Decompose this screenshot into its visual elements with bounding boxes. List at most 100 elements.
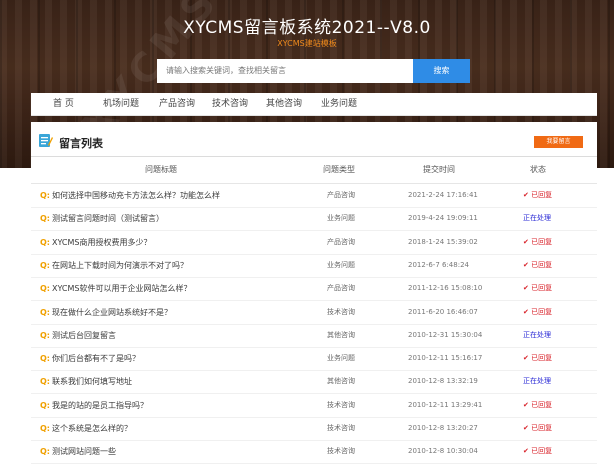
check-icon: ✔ — [523, 424, 532, 432]
question-title-link[interactable]: 如何选择中国移动充卡方法怎么样？功能怎么样 — [52, 184, 220, 207]
nav-item-5[interactable]: 业务问题 — [321, 93, 357, 115]
post-message-button[interactable]: 我要留言 — [534, 136, 583, 148]
status-text: 正在处理 — [523, 330, 551, 339]
question-type: 其他咨询 — [327, 330, 355, 339]
col-title: 问题标题 — [145, 165, 177, 174]
question-title-link[interactable]: XYCMS软件可以用于企业网站怎么样？ — [52, 277, 192, 300]
submit-time: 2010-12-8 13:32:19 — [408, 377, 478, 386]
status-text: 正在处理 — [523, 377, 551, 386]
question-type: 产品咨询 — [327, 284, 355, 293]
table-row[interactable]: Q: 测试留言问题时间（测试留言） 业务问题 2019-4-24 19:09:11 正在… — [31, 207, 597, 232]
table-row[interactable]: Q: 测试网站问题一些 技术咨询 2010-12-8 10:30:04 ✔ 已回复 — [31, 440, 597, 464]
submit-time: 2011-6-20 16:46:07 — [408, 307, 478, 316]
question-marker: Q: — [40, 307, 50, 317]
nav-item-3[interactable]: 技术咨询 — [212, 93, 248, 115]
search-button[interactable]: 搜索 — [413, 59, 470, 83]
status-text: 已回复 — [531, 400, 553, 409]
status-badge: ✔ 已回复 — [523, 184, 552, 207]
submit-time: 2010-12-8 13:20:27 — [408, 424, 478, 432]
status-badge: 正在处理 — [523, 207, 551, 230]
question-title-link[interactable]: 这个系统是怎么样的？ — [52, 417, 132, 440]
table-row[interactable]: Q: 在网站上下载时间为何演示不对了吗？ 业务问题 2012-6-7 6:48:24 ✔… — [31, 254, 597, 278]
nav-item-1[interactable]: 机场问题 — [103, 93, 139, 115]
status-badge: ✔ 已回复 — [523, 347, 552, 370]
main-nav: 首 页 机场问题 产品咨询 技术咨询 其他咨询 业务问题 — [31, 93, 597, 116]
table-row[interactable]: Q: 联系我们如何填写地址 其他咨询 2010-12-8 13:32:19 正在处理 — [31, 370, 597, 395]
site-title: XYCMS留言板系统2021--V8.0 — [183, 18, 431, 38]
status-text: 已回复 — [531, 354, 553, 363]
question-title-link[interactable]: 测试网站问题一些 — [52, 440, 116, 463]
col-status: 状态 — [530, 165, 546, 174]
status-badge: 正在处理 — [523, 370, 551, 393]
check-icon: ✔ — [523, 237, 532, 246]
note-icon — [38, 133, 53, 148]
check-icon: ✔ — [523, 354, 532, 363]
table-header: 问题标题 问题类型 提交时间 状态 — [31, 157, 597, 184]
question-type: 技术咨询 — [327, 307, 355, 316]
status-badge: ✔ 已回复 — [523, 277, 552, 300]
status-badge: ✔ 已回复 — [523, 254, 552, 277]
table-row[interactable]: Q: 如何选择中国移动充卡方法怎么样？功能怎么样 产品咨询 2021-2-24 17:… — [31, 184, 597, 208]
question-title-link[interactable]: XYCMS商用授权费用多少？ — [52, 231, 152, 254]
question-marker: Q: — [40, 284, 50, 294]
question-title-link[interactable]: 在网站上下载时间为何演示不对了吗？ — [52, 254, 188, 277]
status-badge: ✔ 已回复 — [523, 440, 552, 463]
nav-item-4[interactable]: 其他咨询 — [266, 93, 302, 115]
col-type: 问题类型 — [323, 165, 355, 174]
question-type: 技术咨询 — [327, 400, 355, 409]
question-title-link[interactable]: 测试后台回复留言 — [52, 324, 116, 347]
search-input[interactable]: 请输入搜索关键词，查找相关留言 — [157, 59, 413, 83]
site-subtitle[interactable]: XYCMS建站模板 — [0, 38, 614, 49]
question-marker: Q: — [40, 214, 50, 224]
submit-time: 2010-12-31 15:30:04 — [408, 330, 483, 339]
submit-time: 2019-4-24 19:09:11 — [408, 214, 478, 223]
question-marker: Q: — [40, 191, 50, 200]
submit-time: 2011-12-16 15:08:10 — [408, 284, 483, 293]
table-row[interactable]: Q: 我是的站的是员工指导吗？ 技术咨询 2010-12-11 13:29:41 ✔ 已… — [31, 394, 597, 418]
question-marker: Q: — [40, 377, 50, 387]
check-icon: ✔ — [523, 307, 532, 316]
question-type: 技术咨询 — [327, 447, 355, 456]
table-row[interactable]: Q: XYCMS软件可以用于企业网站怎么样？ 产品咨询 2011-12-16 15:0… — [31, 277, 597, 302]
submit-time: 2018-1-24 15:39:02 — [408, 237, 478, 246]
status-text: 已回复 — [531, 191, 553, 199]
question-type: 业务问题 — [327, 214, 355, 223]
question-title-link[interactable]: 现在做什么企业网站系统好不是？ — [52, 301, 172, 324]
submit-time: 2010-12-11 15:16:17 — [408, 354, 483, 363]
question-type: 技术咨询 — [327, 424, 355, 432]
question-marker: Q: — [40, 354, 50, 364]
nav-item-2[interactable]: 产品咨询 — [159, 93, 195, 115]
check-icon: ✔ — [523, 447, 532, 456]
status-badge: ✔ 已回复 — [523, 231, 552, 254]
table-row[interactable]: Q: 测试后台回复留言 其他咨询 2010-12-31 15:30:04 正在处理 — [31, 324, 597, 348]
status-text: 已回复 — [531, 237, 553, 246]
status-text: 正在处理 — [523, 214, 551, 223]
question-type: 其他咨询 — [327, 377, 355, 386]
submit-time: 2012-6-7 6:48:24 — [408, 260, 469, 269]
check-icon: ✔ — [523, 284, 532, 293]
panel-header: 留言列表 我要留言 — [31, 122, 597, 157]
submit-time: 2010-12-11 13:29:41 — [408, 400, 483, 409]
status-badge: ✔ 已回复 — [523, 394, 552, 417]
nav-item-home[interactable]: 首 页 — [53, 93, 74, 115]
table-row[interactable]: Q: 这个系统是怎么样的？ 技术咨询 2010-12-8 13:20:27 ✔ 已回复 — [31, 417, 597, 441]
panel-title: 留言列表 — [59, 137, 103, 150]
status-text: 已回复 — [531, 260, 553, 269]
question-marker: Q: — [40, 330, 50, 340]
question-type: 产品咨询 — [327, 191, 355, 199]
question-title-link[interactable]: 测试留言问题时间（测试留言） — [52, 207, 164, 230]
question-marker: Q: — [40, 447, 50, 457]
table-row[interactable]: Q: XYCMS商用授权费用多少？ 产品咨询 2018-1-24 15:39:02 ✔ … — [31, 231, 597, 255]
question-title-link[interactable]: 你们后台都有不了是吗？ — [52, 347, 140, 370]
status-text: 已回复 — [531, 284, 553, 293]
submit-time: 2021-2-24 17:16:41 — [408, 191, 478, 199]
table-row[interactable]: Q: 现在做什么企业网站系统好不是？ 技术咨询 2011-6-20 16:46:07 ✔… — [31, 301, 597, 325]
question-title-link[interactable]: 我是的站的是员工指导吗？ — [52, 394, 148, 417]
question-type: 业务问题 — [327, 354, 355, 363]
status-badge: ✔ 已回复 — [523, 417, 552, 440]
check-icon: ✔ — [523, 191, 532, 199]
table-row[interactable]: Q: 你们后台都有不了是吗？ 业务问题 2010-12-11 15:16:17 ✔ 已回… — [31, 347, 597, 372]
check-icon: ✔ — [523, 400, 532, 409]
question-title-link[interactable]: 联系我们如何填写地址 — [52, 370, 132, 393]
col-time: 提交时间 — [423, 165, 455, 174]
